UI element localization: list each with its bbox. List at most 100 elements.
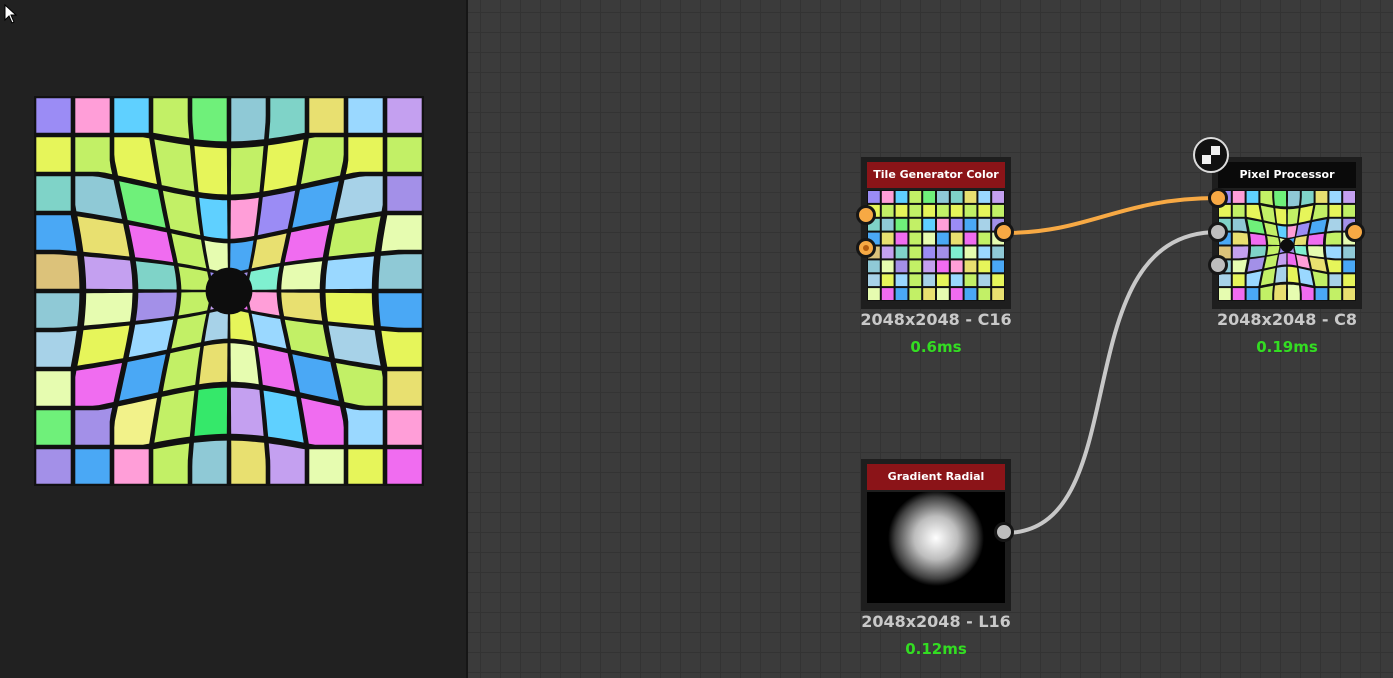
tile-cell — [937, 204, 949, 217]
tile-cell — [194, 387, 228, 436]
tile-cell — [964, 274, 977, 287]
tile-cell — [387, 449, 422, 484]
tile-cell — [1343, 204, 1355, 217]
tile-cell — [1219, 288, 1231, 300]
tile-cell — [881, 246, 894, 259]
tile-cell — [1308, 246, 1324, 258]
tile-cell — [1275, 266, 1287, 283]
tile-input-port-1[interactable] — [856, 205, 876, 225]
node-time: 0.12ms — [905, 640, 967, 658]
node-resolution: 2048x2048 - C16 — [860, 310, 1012, 329]
pixel-input-port-2[interactable] — [1208, 222, 1228, 242]
tile-cell — [153, 443, 190, 484]
tile-cell — [1232, 191, 1245, 203]
pixel-input-port-3[interactable] — [1208, 255, 1228, 275]
tile-cell — [1232, 218, 1247, 232]
tile-cell — [950, 191, 963, 203]
tile-cell — [387, 371, 422, 406]
pixel-input-port-1[interactable] — [1208, 188, 1228, 208]
tile-cell — [36, 410, 71, 445]
tile-cell — [1301, 285, 1314, 300]
tile-cell — [964, 288, 977, 300]
tile-cell — [1308, 233, 1324, 245]
tile-cell — [75, 137, 113, 175]
tile-cell — [923, 274, 935, 287]
tile-cell — [378, 293, 422, 328]
node-title: Tile Generator Color — [867, 162, 1005, 188]
tile-cell — [881, 274, 894, 287]
tile-cell — [1325, 232, 1342, 245]
tile-cell — [84, 256, 133, 290]
tile-cell — [36, 215, 77, 252]
tile-cell — [1250, 246, 1266, 258]
tile-cell — [950, 288, 963, 300]
tile-cell — [1232, 288, 1245, 300]
tile-cell — [978, 191, 991, 203]
tile-cell — [75, 98, 110, 133]
tile-generator-thumbnail — [867, 190, 1005, 301]
tile-cell — [268, 98, 305, 139]
tile-cell — [1315, 288, 1328, 300]
tile-cell — [923, 288, 935, 300]
gradient-output-port[interactable] — [994, 522, 1014, 542]
tile-cell — [84, 292, 133, 326]
tile-cell — [381, 330, 422, 367]
tile-cell — [923, 191, 935, 203]
tile-cell — [199, 343, 228, 385]
tile-cell — [1343, 288, 1355, 300]
tile-generator-node[interactable]: Tile Generator Color — [861, 157, 1011, 309]
tile-cell — [909, 274, 922, 287]
tile-cell — [199, 197, 228, 239]
tile-cell — [1343, 191, 1355, 203]
tile-cell — [895, 260, 908, 273]
tile-cell — [950, 260, 963, 273]
tile-cell — [1219, 274, 1231, 287]
pixel-processor-node[interactable]: Pixel Processor — [1212, 157, 1362, 309]
tile-cell — [937, 260, 949, 273]
tile-cell — [1329, 274, 1342, 287]
tile-cell — [230, 343, 259, 385]
tile-cell — [881, 191, 894, 203]
tile-cell — [114, 449, 149, 484]
tile-cell — [345, 137, 383, 175]
tile-cell — [909, 218, 922, 231]
texture-preview-image[interactable] — [34, 96, 424, 486]
tile-cell — [1329, 191, 1342, 203]
tile-cell — [923, 246, 935, 259]
node-title: Pixel Processor — [1218, 162, 1356, 188]
tile-cell — [1343, 246, 1355, 259]
tile-cell — [1260, 285, 1273, 300]
tile-cell — [923, 260, 935, 273]
tile-cell — [387, 98, 422, 133]
tile-cell — [36, 371, 71, 406]
tile-cell — [1274, 284, 1287, 300]
tile-cell — [268, 443, 305, 484]
tile-cell — [387, 176, 422, 211]
tile-cell — [1327, 259, 1342, 273]
tile-cell — [881, 260, 894, 273]
gradient-radial-node[interactable]: Gradient Radial — [861, 459, 1011, 611]
tile-cell — [1287, 266, 1299, 283]
output-preview-button[interactable] — [1193, 137, 1229, 173]
tile-cell — [950, 246, 963, 259]
tile-cell — [978, 274, 991, 287]
tile-output-port[interactable] — [994, 222, 1014, 242]
tile-cell — [1315, 191, 1328, 203]
tile-cell — [868, 260, 880, 273]
tile-cell — [895, 246, 908, 259]
tile-cell — [923, 232, 935, 245]
tile-cell — [36, 137, 71, 172]
tile-input-port-2[interactable] — [856, 238, 876, 258]
node-resolution: 2048x2048 - C8 — [1216, 310, 1358, 329]
tile-cell — [923, 218, 935, 231]
tile-cell — [923, 204, 935, 217]
pixel-output-port[interactable] — [1345, 222, 1365, 242]
tile-cell — [230, 197, 259, 239]
tile-cell — [1329, 204, 1342, 217]
tile-cell — [1301, 191, 1314, 206]
warp-center — [205, 267, 253, 315]
node-title: Gradient Radial — [867, 464, 1005, 490]
tile-cell — [1343, 274, 1355, 287]
tile-cell — [909, 246, 922, 259]
tile-cell — [978, 218, 991, 231]
